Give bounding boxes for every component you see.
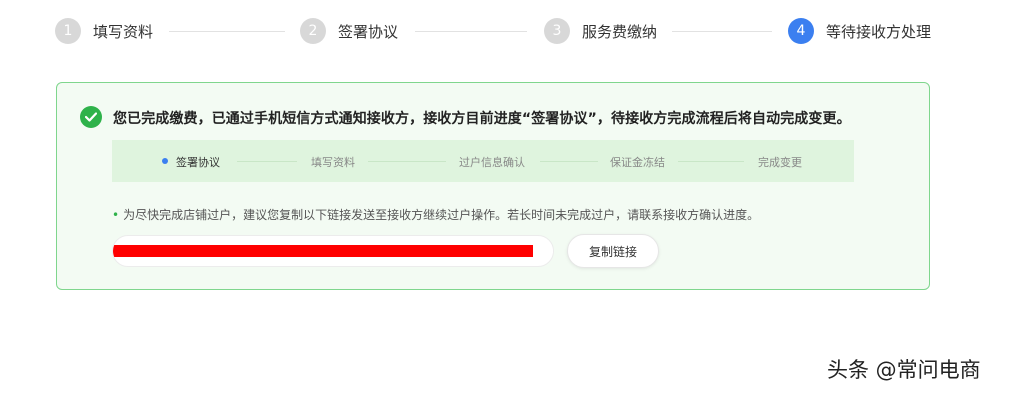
progress-step-fill: 填写资料 (311, 156, 355, 169)
notice-headline: 您已完成缴费，已通过手机短信方式通知接收方，接收方目前进度“签署协议”，待接收方… (113, 111, 851, 127)
progress-connector (540, 161, 598, 162)
progress-connector (678, 161, 744, 162)
watermark: 头条 @常问电商 (827, 358, 981, 382)
copy-link-hint: • 为尽快完成店铺过户，建议您复制以下链接发送至接收方继续过户操作。若长时间未完成… (112, 206, 759, 223)
step-label: 服务费缴纳 (582, 22, 658, 41)
step-connector (672, 31, 772, 32)
receiver-progress-bar: 签署协议 填写资料 过户信息确认 保证金冻结 完成变更 (112, 140, 854, 182)
progress-step-sign: 签署协议 (176, 156, 220, 169)
step-number: 4 (788, 18, 814, 44)
redacted-link (113, 245, 533, 257)
step-label: 签署协议 (338, 22, 399, 41)
bullet-dot: • (112, 208, 120, 222)
step-number: 2 (300, 18, 326, 44)
progress-connector (368, 161, 446, 162)
step-label: 等待接收方处理 (826, 22, 932, 41)
step-service-fee: 3 服务费缴纳 (544, 16, 657, 46)
check-circle-icon (80, 106, 102, 128)
step-sign-agreement: 2 签署协议 (300, 16, 398, 46)
progress-step-deposit: 保证金冻结 (610, 156, 665, 169)
progress-step-confirm: 过户信息确认 (459, 156, 525, 169)
step-connector (169, 31, 285, 32)
step-number: 3 (544, 18, 570, 44)
progress-stepper: 1 填写资料 2 签署协议 3 服务费缴纳 4 等待接收方处理 (55, 16, 955, 46)
redaction-mark (543, 249, 553, 253)
share-link-field[interactable] (112, 235, 554, 267)
progress-connector (237, 161, 297, 162)
step-number: 1 (55, 18, 81, 44)
success-notice-panel: 您已完成缴费，已通过手机短信方式通知接收方，接收方目前进度“签署协议”，待接收方… (56, 82, 930, 290)
copy-link-button[interactable]: 复制链接 (567, 234, 659, 268)
hint-text: 为尽快完成店铺过户，建议您复制以下链接发送至接收方继续过户操作。若长时间未完成过… (123, 208, 760, 222)
step-await-receiver: 4 等待接收方处理 (788, 16, 931, 46)
step-connector (415, 31, 527, 32)
step-fill-info: 1 填写资料 (55, 16, 153, 46)
step-label: 填写资料 (93, 22, 154, 41)
current-progress-dot (162, 158, 168, 164)
progress-step-complete: 完成变更 (758, 156, 802, 169)
